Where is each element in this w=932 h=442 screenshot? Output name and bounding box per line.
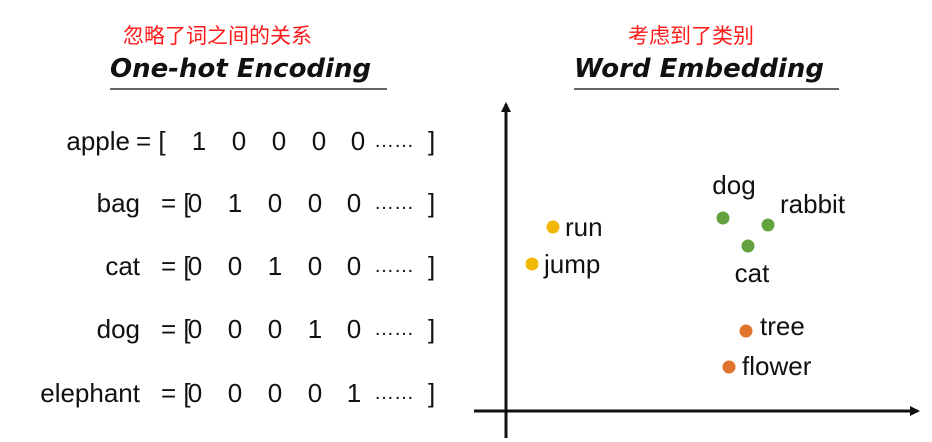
point-marker (715, 210, 731, 226)
embedding-points: run jump dog rabbit cat tree flower (524, 170, 846, 381)
point-marker (740, 238, 756, 254)
point-marker (738, 323, 754, 339)
point-jump: jump (524, 249, 600, 279)
point-marker (545, 219, 561, 235)
point-label: tree (760, 311, 805, 341)
point-label: jump (543, 249, 600, 279)
point-label: rabbit (780, 189, 846, 219)
point-rabbit: rabbit (760, 189, 846, 233)
point-marker (760, 217, 776, 233)
embedding-plot: run jump dog rabbit cat tree flower (474, 102, 920, 438)
point-tree: tree (738, 311, 805, 341)
point-dog: dog (712, 170, 756, 226)
point-label: flower (742, 351, 812, 381)
point-marker (721, 359, 737, 375)
point-marker (524, 256, 540, 272)
point-run: run (545, 212, 603, 242)
point-label: run (565, 212, 603, 242)
point-label: cat (735, 258, 770, 288)
point-label: dog (712, 170, 755, 200)
point-flower: flower (721, 351, 812, 381)
point-cat: cat (735, 238, 770, 288)
